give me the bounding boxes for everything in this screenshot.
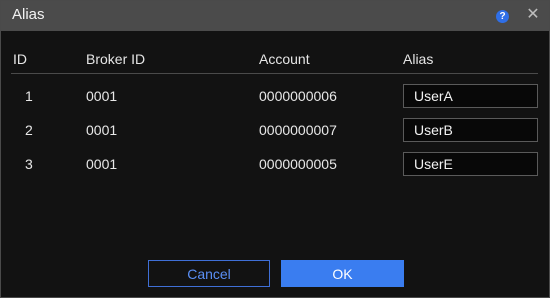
title-bar[interactable]: Alias ? ✕: [1, 1, 549, 31]
header-broker-id: Broker ID: [86, 51, 146, 67]
dialog-title: Alias: [12, 6, 45, 23]
help-icon[interactable]: ?: [496, 10, 509, 23]
row-id: 2: [25, 122, 33, 138]
row-broker-id: 0001: [86, 88, 118, 104]
table-row: 1 0001 0000000006: [1, 84, 549, 110]
row-account: 0000000005: [259, 156, 337, 172]
header-divider: [11, 73, 538, 74]
alias-input[interactable]: [403, 84, 538, 108]
alias-dialog: Alias ? ✕ ID Broker ID Account Alias 1 0…: [0, 0, 550, 298]
close-icon[interactable]: ✕: [524, 5, 542, 25]
table-header: ID Broker ID Account Alias: [1, 51, 549, 73]
alias-input[interactable]: [403, 118, 538, 142]
alias-input[interactable]: [403, 152, 538, 176]
row-id: 1: [25, 88, 33, 104]
row-broker-id: 0001: [86, 156, 118, 172]
row-account: 0000000007: [259, 122, 337, 138]
header-alias: Alias: [403, 51, 434, 67]
row-id: 3: [25, 156, 33, 172]
header-account: Account: [259, 51, 310, 67]
row-broker-id: 0001: [86, 122, 118, 138]
row-account: 0000000006: [259, 88, 337, 104]
header-id: ID: [13, 51, 27, 67]
ok-button[interactable]: OK: [281, 260, 404, 287]
table-row: 2 0001 0000000007: [1, 118, 549, 144]
cancel-button[interactable]: Cancel: [148, 260, 270, 287]
table-row: 3 0001 0000000005: [1, 152, 549, 178]
